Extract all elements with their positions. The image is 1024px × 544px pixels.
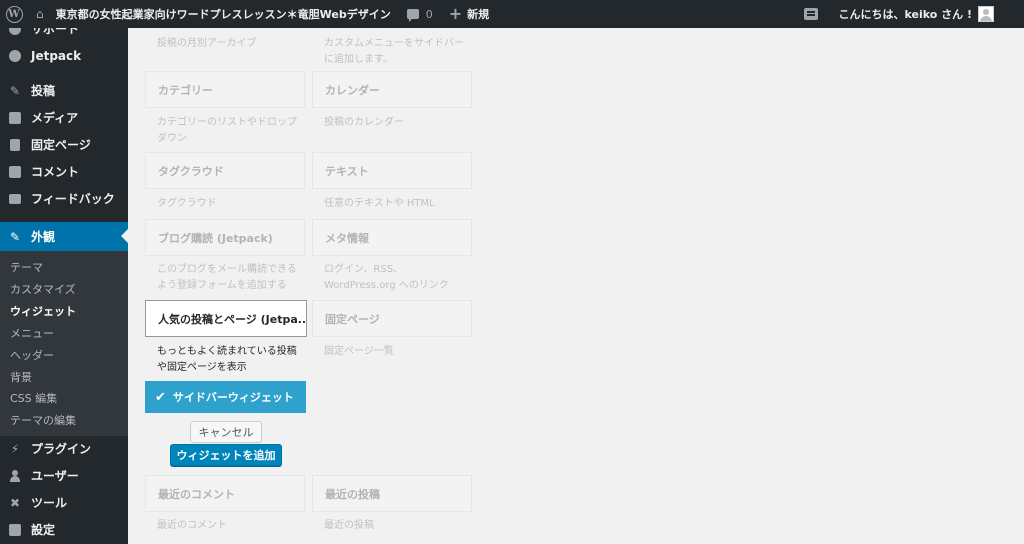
widget-recent-posts-description: 最近の投稿	[324, 520, 374, 531]
submenu-menus[interactable]: メニュー	[10, 325, 54, 341]
new-content-menu[interactable]: + 新規	[441, 0, 497, 28]
cancel-button[interactable]: キャンセル	[190, 421, 262, 443]
checkmark-icon: ✔	[155, 389, 166, 405]
sidebar-widget-option[interactable]: ✔ サイドバーウィジェット	[145, 381, 306, 413]
submenu-edit-css[interactable]: CSS 編集	[10, 390, 57, 406]
admin-sidebar: サポート Jetpack ✎ 投稿 メディア 固定ページ コメント フィードバッ…	[0, 28, 128, 544]
add-widget-button[interactable]: ウィジェットを追加	[170, 444, 282, 466]
plugin-icon: ⚡	[10, 441, 20, 456]
wordpress-icon: W	[5, 5, 23, 23]
widget-recent-comments-description: 最近のコメント	[157, 520, 227, 531]
page-icon	[8, 138, 22, 152]
tool-icon: ✖	[9, 495, 21, 510]
sidebar-item-support[interactable]: サポート	[0, 28, 128, 42]
widget-recent-comments[interactable]: 最近のコメント	[145, 475, 305, 512]
home-icon: ⌂	[36, 7, 44, 21]
greeting: こんにちは、keiko さん !	[838, 8, 972, 21]
wordpress-logo-menu[interactable]: W	[0, 0, 28, 28]
sidebar-item-comments[interactable]: コメント	[0, 158, 128, 185]
sidebar-item-users[interactable]: ユーザー	[0, 462, 128, 489]
submenu-background[interactable]: 背景	[10, 369, 32, 385]
settings-icon	[8, 523, 22, 537]
sidebar-item-label: プラグイン	[31, 442, 92, 456]
widget-pages[interactable]: 固定ページ	[312, 300, 472, 337]
widget-top-posts-description: もっともよく読まれている投稿や固定ページを表示	[157, 346, 297, 373]
sidebar-item-appearance[interactable]: ✎ 外観	[0, 222, 128, 251]
widget-top-posts[interactable]: 人気の投稿とページ (Jetpa...	[145, 300, 307, 337]
widget-categories-description: カテゴリーのリストやドロップダウン	[157, 117, 297, 144]
widget-text-description: 任意のテキストや HTML	[324, 198, 435, 209]
admin-bar: W ⌂ 東京都の女性起業家向けワードプレスレッスン＊竜胆Webデザイン 0 + …	[0, 0, 1024, 28]
media-icon	[8, 111, 22, 125]
sidebar-item-label: ユーザー	[31, 469, 79, 483]
submenu-themes[interactable]: テーマ	[10, 259, 43, 275]
submenu-header[interactable]: ヘッダー	[10, 347, 54, 363]
widget-recent-posts[interactable]: 最近の投稿	[312, 475, 472, 512]
widget-calendar-description: 投稿のカレンダー	[324, 117, 404, 128]
plus-icon: +	[448, 4, 463, 23]
comments-count: 0	[425, 7, 433, 21]
sidebar-item-label: 固定ページ	[31, 138, 91, 152]
sidebar-item-plugins[interactable]: ⚡ プラグイン	[0, 435, 128, 462]
jetpack-icon	[8, 49, 22, 63]
widget-text[interactable]: テキスト	[312, 152, 472, 189]
widget-tag-cloud[interactable]: タグクラウド	[145, 152, 305, 189]
sidebar-item-label: コメント	[31, 165, 80, 179]
sidebar-item-feedback[interactable]: フィードバック	[0, 185, 128, 212]
widget-archives-description: 投稿の月別アーカイブ	[157, 38, 257, 49]
avatar	[978, 6, 994, 22]
sidebar-item-posts[interactable]: ✎ 投稿	[0, 77, 128, 104]
sidebar-item-label: Jetpack	[31, 48, 82, 63]
comment-bubble-icon	[406, 9, 419, 22]
new-label: 新規	[467, 8, 490, 21]
widget-meta-description: ログイン、RSS、WordPress.org へのリンク	[324, 264, 449, 291]
comment-icon	[8, 165, 22, 179]
sidebar-item-settings[interactable]: 設定	[0, 516, 128, 543]
sidebar-item-label: フィードバック	[31, 192, 115, 206]
widget-custom-menu-description: カスタムメニューをサイドバーに追加します。	[324, 38, 464, 65]
widget-blog-subscriptions[interactable]: ブログ購読 (Jetpack)	[145, 219, 305, 256]
comments-link[interactable]: 0	[399, 0, 441, 28]
sidebar-item-media[interactable]: メディア	[0, 104, 128, 131]
my-account-menu[interactable]: こんにちは、keiko さん !	[830, 0, 1024, 28]
sidebar-item-label: ツール	[31, 496, 68, 510]
widget-categories[interactable]: カテゴリー	[145, 71, 305, 108]
notifications-button[interactable]	[796, 0, 830, 28]
submenu-widgets[interactable]: ウィジェット	[10, 303, 76, 319]
appearance-submenu: テーマ カスタマイズ ウィジェット メニュー ヘッダー 背景 CSS 編集 テー…	[0, 251, 128, 436]
sidebar-widget-option-label: サイドバーウィジェット	[172, 391, 294, 404]
support-icon	[8, 28, 22, 36]
site-name-link[interactable]: ⌂ 東京都の女性起業家向けワードプレスレッスン＊竜胆Webデザイン	[28, 0, 399, 28]
site-name: 東京都の女性起業家向けワードプレスレッスン＊竜胆Webデザイン	[55, 8, 391, 21]
sidebar-item-jetpack[interactable]: Jetpack	[0, 42, 128, 69]
sidebar-item-pages[interactable]: 固定ページ	[0, 131, 128, 158]
submenu-customize[interactable]: カスタマイズ	[10, 281, 76, 297]
sidebar-item-tools[interactable]: ✖ ツール	[0, 489, 128, 516]
widgets-area: 投稿の月別アーカイブ カテゴリー カテゴリーのリストやドロップダウン タグクラウ…	[128, 28, 1024, 544]
notifications-icon	[804, 8, 819, 20]
widget-pages-description: 固定ページ一覧	[324, 346, 394, 357]
feedback-icon	[8, 192, 22, 206]
pin-icon: ✎	[9, 83, 21, 98]
widget-tag-cloud-description: タグクラウド	[157, 198, 217, 209]
user-icon	[8, 469, 22, 483]
submenu-theme-editor[interactable]: テーマの編集	[10, 412, 76, 428]
sidebar-item-label: 外観	[31, 230, 56, 244]
sidebar-item-label: メディア	[31, 111, 79, 125]
sidebar-item-label: 投稿	[31, 84, 56, 98]
widget-calendar[interactable]: カレンダー	[312, 71, 472, 108]
widget-blog-subscriptions-description: このブログをメール購読できるよう登録フォームを追加する	[157, 264, 297, 291]
sidebar-item-label: サポート	[31, 28, 80, 36]
appearance-icon: ✎	[9, 229, 21, 244]
sidebar-item-label: 設定	[31, 523, 56, 537]
widget-meta[interactable]: メタ情報	[312, 219, 472, 256]
